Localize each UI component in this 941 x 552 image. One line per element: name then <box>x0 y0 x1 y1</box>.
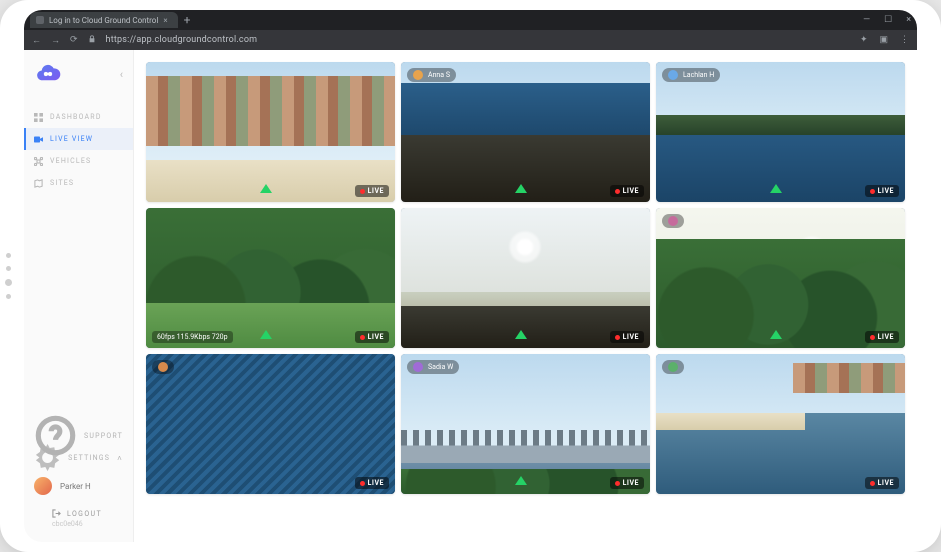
video-icon <box>34 135 43 144</box>
video-tile[interactable]: LIVE <box>146 354 395 494</box>
minimize-icon[interactable]: — <box>863 15 870 25</box>
video-grid: LIVE Anna S LIVE Lachlan H <box>146 62 905 494</box>
browser-tabbar: Log in to Cloud Ground Control × + — ☐ × <box>24 10 917 30</box>
live-badge: LIVE <box>865 477 899 489</box>
video-tile[interactable]: LIVE <box>146 62 395 202</box>
operator-avatar <box>668 216 678 226</box>
collapse-sidebar-icon[interactable]: ‹ <box>120 68 123 81</box>
settings-label: SETTINGS <box>68 454 110 462</box>
tab-favicon <box>36 16 44 24</box>
signal-icon <box>770 178 782 197</box>
signal-icon <box>515 324 527 343</box>
app-shell: ‹ DASHBOARD LIVE VIEW VEHICLES SITES <box>24 50 917 542</box>
back-icon[interactable]: ← <box>32 35 41 46</box>
logout-icon <box>52 509 61 518</box>
version-text: cbc0e046 <box>24 520 133 534</box>
tab-close-icon[interactable]: × <box>163 16 167 25</box>
nav-label: SITES <box>50 179 74 187</box>
logout-label: LOGOUT <box>67 510 102 518</box>
operator-avatar <box>668 70 678 80</box>
browser-addressbar: ← → ⟳ https://app.cloudgroundcontrol.com… <box>24 30 917 50</box>
nav-label: LIVE VIEW <box>50 135 93 143</box>
extensions-icon[interactable]: ✦ <box>860 35 868 45</box>
nav-label: DASHBOARD <box>50 113 102 121</box>
live-badge: LIVE <box>610 477 644 489</box>
bookmark-icon[interactable]: ▣ <box>879 35 888 45</box>
operator-badge <box>662 214 684 228</box>
gear-icon <box>34 444 61 471</box>
lock-icon <box>88 35 96 46</box>
nav-live-view[interactable]: LIVE VIEW <box>24 128 133 150</box>
operator-badge <box>152 360 174 374</box>
new-tab-button[interactable]: + <box>184 14 191 26</box>
video-tile[interactable]: Anna S LIVE <box>401 62 650 202</box>
forward-icon[interactable]: → <box>51 35 60 46</box>
window-controls: — ☐ × <box>863 15 911 25</box>
browser-menu-icon[interactable]: ⋮ <box>900 35 909 45</box>
app-logo[interactable] <box>34 60 62 88</box>
maximize-icon[interactable]: ☐ <box>884 15 892 25</box>
device-side-buttons <box>6 253 12 299</box>
signal-icon <box>770 324 782 343</box>
support-label: SUPPORT <box>84 432 123 440</box>
live-badge: LIVE <box>355 477 389 489</box>
nav-list: DASHBOARD LIVE VIEW VEHICLES SITES <box>24 102 133 198</box>
user-row[interactable]: Parker H <box>24 469 133 503</box>
nav-sites[interactable]: SITES <box>24 172 133 194</box>
user-name: Parker H <box>60 482 91 491</box>
drone-icon <box>34 157 43 166</box>
live-badge: LIVE <box>865 331 899 343</box>
video-tile[interactable]: LIVE <box>656 354 905 494</box>
signal-icon <box>515 470 527 489</box>
video-thumbnail <box>656 354 905 494</box>
operator-avatar <box>158 362 168 372</box>
chevron-up-icon: ˄ <box>117 454 123 463</box>
operator-badge <box>662 360 684 374</box>
main-content: LIVE Anna S LIVE Lachlan H <box>134 50 917 542</box>
url-text[interactable]: https://app.cloudgroundcontrol.com <box>106 35 850 45</box>
live-badge: LIVE <box>610 331 644 343</box>
operator-badge: Sadia W <box>407 360 459 374</box>
signal-icon <box>515 178 527 197</box>
video-tile[interactable]: Sadia W LIVE <box>401 354 650 494</box>
tablet-frame: Log in to Cloud Ground Control × + — ☐ ×… <box>0 0 941 552</box>
sidebar: ‹ DASHBOARD LIVE VIEW VEHICLES SITES <box>24 50 134 542</box>
operator-avatar <box>413 70 423 80</box>
video-tile[interactable]: LIVE <box>401 208 650 348</box>
video-thumbnail <box>146 354 395 494</box>
close-window-icon[interactable]: × <box>906 15 911 25</box>
signal-icon <box>260 178 272 197</box>
live-badge: LIVE <box>865 185 899 197</box>
live-badge: LIVE <box>355 185 389 197</box>
browser-tab[interactable]: Log in to Cloud Ground Control × <box>30 12 178 28</box>
operator-avatar <box>668 362 678 372</box>
operator-badge: Lachlan H <box>662 68 720 82</box>
live-badge: LIVE <box>610 185 644 197</box>
logout-button[interactable]: LOGOUT <box>24 503 133 520</box>
video-tile[interactable]: 60fps 115.9Kbps 720p LIVE <box>146 208 395 348</box>
operator-avatar <box>413 362 423 372</box>
map-icon <box>34 179 43 188</box>
signal-icon <box>260 324 272 343</box>
nav-vehicles[interactable]: VEHICLES <box>24 150 133 172</box>
dashboard-icon <box>34 113 43 122</box>
stream-info: 60fps 115.9Kbps 720p <box>152 331 233 343</box>
settings-link[interactable]: SETTINGS ˄ <box>24 447 133 469</box>
tab-title: Log in to Cloud Ground Control <box>49 16 158 25</box>
avatar <box>34 477 52 495</box>
video-tile[interactable]: LIVE <box>656 208 905 348</box>
video-tile[interactable]: Lachlan H LIVE <box>656 62 905 202</box>
live-badge: LIVE <box>355 331 389 343</box>
nav-label: VEHICLES <box>50 157 91 165</box>
reload-icon[interactable]: ⟳ <box>70 35 78 45</box>
operator-badge: Anna S <box>407 68 456 82</box>
nav-dashboard[interactable]: DASHBOARD <box>24 106 133 128</box>
